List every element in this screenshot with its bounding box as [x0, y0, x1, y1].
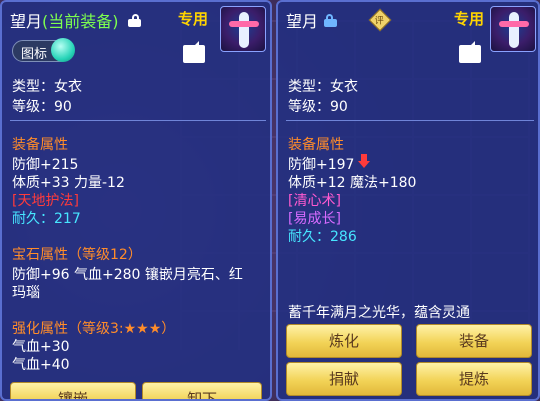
- item-type: 类型：女衣: [12, 79, 82, 95]
- icon-toggle[interactable]: 图标: [12, 38, 75, 62]
- equipment-attributes-title: 装备属性: [12, 137, 68, 153]
- item-level: 等级：90: [12, 99, 72, 115]
- lock-icon[interactable]: [324, 14, 337, 27]
- equip-button[interactable]: 装备: [416, 324, 532, 358]
- exclusive-badge: 专用: [454, 10, 485, 28]
- current-equipment-panel: 望月(当前装备) 专用 图标 类型：女衣 等级：90 装备属性 防御+215 体…: [0, 0, 272, 401]
- attr-defense: 防御+215: [12, 157, 79, 173]
- exclusive-badge: 专用: [178, 10, 209, 28]
- equipment-attributes-title: 装备属性: [288, 137, 344, 153]
- durability: 耐久：286: [288, 229, 357, 245]
- enhance-attr-2: 气血+40: [12, 357, 70, 373]
- donate-button[interactable]: 捐献: [286, 362, 402, 396]
- unlock-icon[interactable]: [128, 14, 141, 27]
- item-description: 蓄千年满月之光华，蕴含灵通: [288, 305, 470, 321]
- compare-equipment-panel: 望月 评 专用 类型：女衣 等级：90 装备属性 防御+197 体质+12 魔法…: [276, 0, 540, 401]
- left-item-title: 望月(当前装备): [10, 8, 119, 32]
- divider: [286, 120, 534, 121]
- gem-attributes-line2: 玛瑙: [12, 285, 40, 301]
- gem-attributes-title: 宝石属性（等级12）: [12, 247, 142, 263]
- item-level: 等级：90: [288, 99, 348, 115]
- toggle-knob-icon: [51, 38, 75, 62]
- attr-stats: 体质+33 力量-12: [12, 175, 125, 191]
- durability: 耐久：217: [12, 211, 81, 227]
- item-type: 类型：女衣: [288, 79, 358, 95]
- icon-toggle-label: 图标: [21, 47, 48, 62]
- rating-icon[interactable]: 评: [368, 8, 392, 32]
- current-equipment-label: (当前装备): [42, 12, 119, 31]
- enhance-attr-1: 气血+30: [12, 339, 70, 355]
- attr-stats: 体质+12 魔法+180: [288, 175, 417, 191]
- item-portrait-icon: [490, 6, 536, 52]
- special-skill-2: [易成长]: [288, 211, 341, 227]
- special-skill: [天地护法]: [12, 193, 79, 209]
- item-portrait-icon: [220, 6, 266, 52]
- share-icon[interactable]: [183, 41, 205, 63]
- right-item-title: 望月: [286, 12, 319, 31]
- inlay-button[interactable]: 镶嵌: [10, 382, 136, 399]
- attr-defense: 防御+197: [288, 157, 355, 173]
- rating-icon-text: 评: [374, 16, 384, 27]
- decrease-arrow-icon: [358, 154, 370, 168]
- special-skill-1: [清心术]: [288, 193, 341, 209]
- divider: [10, 120, 266, 121]
- share-icon[interactable]: [459, 41, 481, 63]
- left-item-name: 望月: [10, 12, 43, 31]
- gem-attributes-line1: 防御+96 气血+280 镶嵌月亮石、红: [12, 267, 243, 283]
- enhance-attributes-title: 强化属性（等级3:★★★）: [12, 321, 176, 337]
- extract-button[interactable]: 提炼: [416, 362, 532, 396]
- unequip-button[interactable]: 卸下: [142, 382, 262, 399]
- refine-button[interactable]: 炼化: [286, 324, 402, 358]
